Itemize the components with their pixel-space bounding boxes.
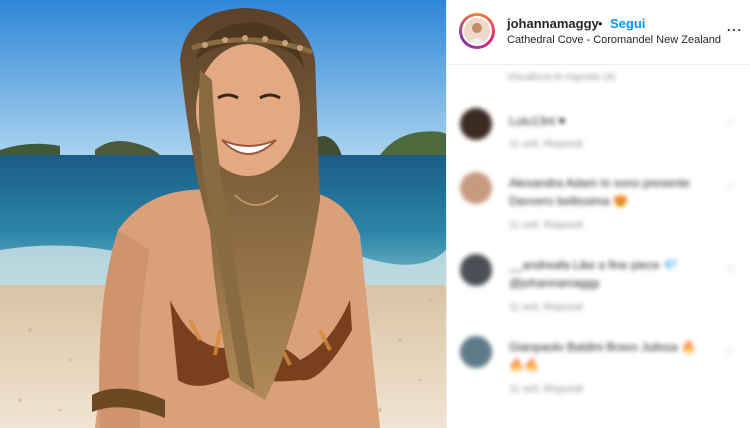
- follow-button[interactable]: Segui: [610, 16, 645, 31]
- more-options-icon[interactable]: ⋯: [726, 20, 743, 40]
- heart-icon[interactable]: ♡: [725, 346, 735, 359]
- comment-avatar[interactable]: [460, 254, 492, 286]
- comment-meta[interactable]: 11 sett. Rispondi: [509, 220, 583, 231]
- post-side-panel: johannamaggy • Segui Cathedral Cove - Co…: [446, 0, 750, 428]
- comment-text: Gianpaolo Baldini Bravo Julissa 🔥 🔥🔥: [509, 340, 697, 372]
- comment-avatar[interactable]: [460, 336, 492, 368]
- comment-text: Alexandra Adam Io sono presente Davvero …: [509, 176, 690, 208]
- heart-icon[interactable]: ♡: [725, 182, 735, 195]
- heart-icon[interactable]: ♡: [725, 264, 735, 277]
- comment-meta[interactable]: 11 sett. Rispondi: [509, 384, 583, 395]
- avatar-image: [464, 18, 490, 44]
- comment-avatar[interactable]: [460, 172, 492, 204]
- profile-avatar-ring[interactable]: [459, 13, 495, 49]
- comment-text: __andreafa Like a fine piece 💎 @johannam…: [509, 258, 679, 290]
- comment-avatar[interactable]: [460, 108, 492, 140]
- comment-meta[interactable]: 11 sett. Rispondi: [509, 302, 583, 313]
- username-link[interactable]: johannamaggy: [507, 16, 599, 31]
- location-link[interactable]: Cathedral Cove - Coromandel New Zealand: [507, 34, 721, 46]
- view-replies-link[interactable]: Visualizza le risposte (4): [507, 72, 615, 83]
- separator-dot: •: [598, 16, 603, 31]
- heart-icon[interactable]: ♡: [725, 118, 735, 131]
- post-photo[interactable]: [0, 0, 446, 428]
- avatar[interactable]: [462, 16, 492, 46]
- comment-meta[interactable]: 11 sett. Rispondi: [509, 139, 583, 150]
- comment-text: Lulu13nt ♥: [509, 114, 566, 128]
- post-header: johannamaggy • Segui Cathedral Cove - Co…: [447, 0, 750, 65]
- beach-photo-illustration: [0, 0, 446, 428]
